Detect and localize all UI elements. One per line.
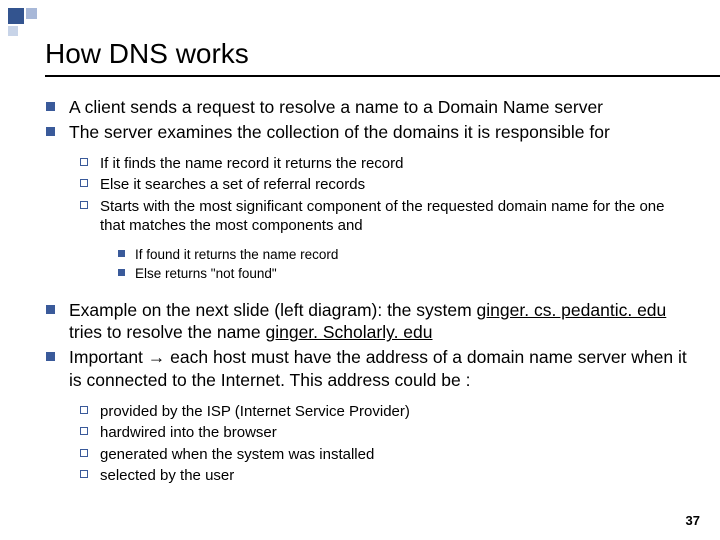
square-bullet-icon <box>46 127 55 136</box>
hollow-bullet-icon <box>80 449 88 457</box>
hollow-bullet-icon <box>80 201 88 209</box>
bullet-level3: If found it returns the name record <box>118 246 690 264</box>
hollow-bullet-icon <box>80 406 88 414</box>
slide-title: How DNS works <box>45 38 249 70</box>
hollow-bullet-icon <box>80 179 88 187</box>
bullet-text: provided by the ISP (Internet Service Pr… <box>100 402 410 422</box>
title-underline <box>45 75 720 77</box>
bullet-level2: If it finds the name record it returns t… <box>80 154 690 174</box>
page-number: 37 <box>686 513 700 528</box>
hollow-bullet-icon <box>80 427 88 435</box>
bullet-text: The server examines the collection of th… <box>69 121 610 144</box>
bullet-level3: Else returns "not found" <box>118 265 690 283</box>
bullet-level1: Example on the next slide (left diagram)… <box>46 299 690 345</box>
hollow-bullet-icon <box>80 470 88 478</box>
bullet-text: Else it searches a set of referral recor… <box>100 175 365 195</box>
bullet-level1: A client sends a request to resolve a na… <box>46 96 690 119</box>
small-square-bullet-icon <box>118 250 125 257</box>
bullet-text: hardwired into the browser <box>100 423 277 443</box>
slide-content: A client sends a request to resolve a na… <box>40 96 690 488</box>
text-part: tries to resolve the name <box>69 322 265 342</box>
underlined-text: ginger. cs. pedantic. edu <box>477 300 667 320</box>
small-square-bullet-icon <box>118 269 125 276</box>
bullet-text: If it finds the name record it returns t… <box>100 154 403 174</box>
square-bullet-icon <box>46 305 55 314</box>
text-part: Example on the next slide (left diagram)… <box>69 300 477 320</box>
corner-decoration <box>8 8 38 38</box>
arrow-icon: → <box>148 347 166 367</box>
bullet-text: Important → each host must have the addr… <box>69 346 690 392</box>
bullet-level1: Important → each host must have the addr… <box>46 346 690 392</box>
bullet-level1: The server examines the collection of th… <box>46 121 690 144</box>
underlined-text: ginger. Scholarly. edu <box>265 322 432 342</box>
square-bullet-icon <box>46 102 55 111</box>
bullet-text: Example on the next slide (left diagram)… <box>69 299 690 345</box>
text-part: Important <box>69 347 148 367</box>
bullet-level2: selected by the user <box>80 466 690 486</box>
bullet-text: generated when the system was installed <box>100 445 374 465</box>
bullet-level2: Else it searches a set of referral recor… <box>80 175 690 195</box>
bullet-text: Starts with the most significant compone… <box>100 197 690 236</box>
bullet-level2: Starts with the most significant compone… <box>80 197 690 236</box>
square-bullet-icon <box>46 352 55 361</box>
bullet-level2: hardwired into the browser <box>80 423 690 443</box>
bullet-text: Else returns "not found" <box>135 265 277 283</box>
bullet-level2: provided by the ISP (Internet Service Pr… <box>80 402 690 422</box>
bullet-level2: generated when the system was installed <box>80 445 690 465</box>
bullet-text: selected by the user <box>100 466 234 486</box>
hollow-bullet-icon <box>80 158 88 166</box>
bullet-text: If found it returns the name record <box>135 246 338 264</box>
bullet-text: A client sends a request to resolve a na… <box>69 96 603 119</box>
